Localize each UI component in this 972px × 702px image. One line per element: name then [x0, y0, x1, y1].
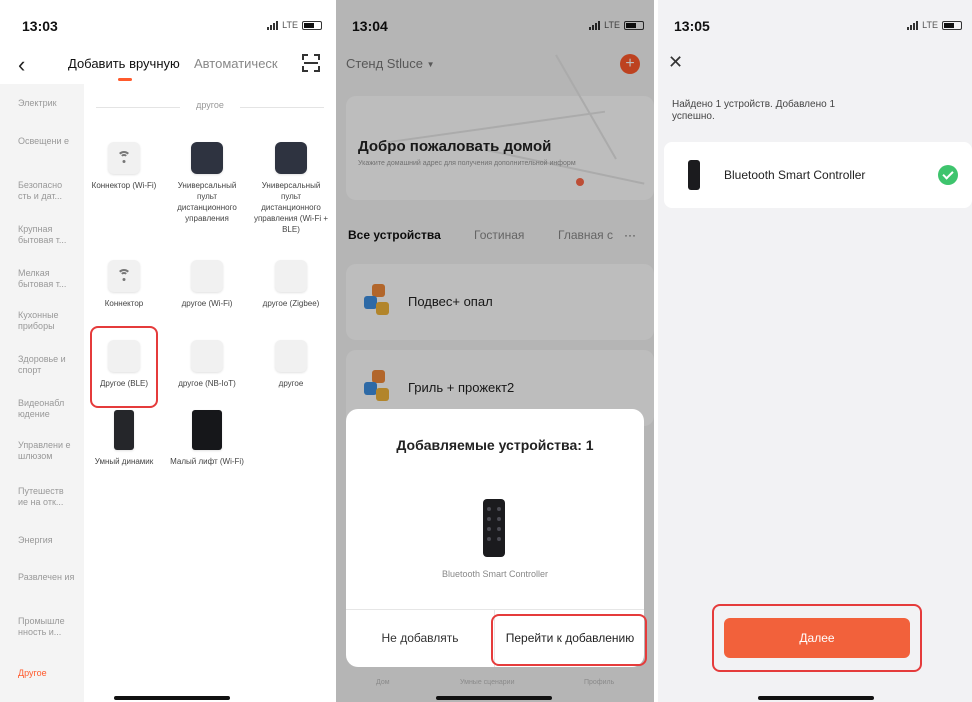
speaker-icon [114, 410, 134, 450]
sidebar-item-video[interactable]: Видеонабл юдение [18, 398, 76, 420]
lift-icon [192, 410, 222, 450]
signal-icon [267, 20, 279, 30]
home-indicator [758, 696, 874, 700]
sidebar-item-large-appliances[interactable]: Крупная бытовая т... [18, 224, 76, 246]
sidebar-item-health[interactable]: Здоровье и спорт [18, 354, 76, 376]
device-small-lift[interactable]: Малый лифт (Wi-Fi) [167, 410, 247, 467]
add-device-manual-screen: 13:03 LTE ‹ Добавить вручную Автоматичес… [0, 0, 332, 702]
bluetooth-controller-icon [483, 499, 505, 557]
battery-icon [302, 20, 322, 30]
device-other-wifi[interactable]: другое (Wi-Fi) [167, 260, 247, 309]
status-time: 13:03 [22, 18, 58, 34]
device-universal-remote[interactable]: Универсальный пульт дистанционного управ… [167, 142, 247, 224]
back-icon[interactable]: ‹ [18, 52, 25, 78]
status-indicators: LTE [267, 20, 322, 30]
battery-icon [942, 20, 962, 30]
sidebar-item-industry[interactable]: Промышле нность и... [18, 616, 76, 638]
device-other-nbiot[interactable]: другое (NB-IoT) [167, 340, 247, 389]
device-other[interactable]: другое [251, 340, 331, 389]
sidebar-item-entertainment[interactable]: Развлечен ия [18, 572, 76, 583]
device-smart-speaker[interactable]: Умный динамик [84, 410, 164, 467]
header: ‹ Добавить вручную Автоматическ [0, 50, 332, 81]
device-other-zigbee[interactable]: другое (Zigbee) [251, 260, 331, 309]
dialog-device-name: Bluetooth Smart Controller [441, 569, 549, 579]
device-icon [275, 260, 307, 292]
added-device-card[interactable]: Bluetooth Smart Controller [664, 142, 972, 208]
category-sidebar: Электрик Освещени е Безопасно сть и дат.… [0, 84, 84, 702]
sidebar-item-energy[interactable]: Энергия [18, 535, 76, 546]
bluetooth-controller-icon [688, 160, 700, 190]
highlight-frame [712, 604, 922, 672]
sidebar-item-other[interactable]: Другое [18, 668, 76, 679]
scan-icon[interactable] [302, 54, 320, 72]
device-name: Bluetooth Smart Controller [724, 168, 866, 182]
dialog-title: Добавляемые устройства: 1 [396, 437, 594, 453]
status-indicators: LTE [907, 20, 962, 30]
device-icon [275, 340, 307, 372]
sidebar-item-gateway[interactable]: Управлени е шлюзом [18, 440, 76, 462]
device-connector[interactable]: Коннектор [84, 260, 164, 309]
wifi-icon [108, 142, 140, 174]
tab-auto-scan[interactable]: Автоматическ [194, 56, 278, 71]
device-connector-wifi[interactable]: Коннектор (Wi-Fi) [84, 142, 164, 191]
status-time: 13:05 [674, 18, 710, 34]
check-icon [938, 165, 958, 185]
remote-hub-icon [191, 142, 223, 174]
device-icon [191, 340, 223, 372]
divider [346, 609, 644, 610]
highlight-frame [90, 326, 158, 408]
home-add-confirm-screen: 13:04 LTE Стенд Stluce ▼ + Добро пожалов… [336, 0, 654, 702]
highlight-frame [491, 614, 647, 666]
network-label: LTE [922, 20, 938, 30]
add-result-screen: 13:05 LTE ✕ Найдено 1 устройств. Добавле… [658, 0, 972, 702]
result-message: Найдено 1 устройств. Добавлено 1 успешно… [672, 99, 836, 122]
section-title: другое [96, 100, 324, 114]
home-indicator [114, 696, 230, 700]
sidebar-item-electric[interactable]: Электрик [18, 98, 76, 109]
close-icon[interactable]: ✕ [668, 52, 683, 73]
sidebar-item-small-appliances[interactable]: Мелкая бытовая т... [18, 268, 76, 290]
status-bar: 13:05 LTE [658, 18, 972, 38]
network-label: LTE [282, 20, 298, 30]
device-icon [191, 260, 223, 292]
sidebar-item-travel[interactable]: Путешеств ие на отк... [18, 486, 76, 508]
sidebar-item-security[interactable]: Безопасно сть и дат... [18, 180, 76, 202]
wifi-icon [108, 260, 140, 292]
home-indicator [436, 696, 552, 700]
status-bar: 13:03 LTE [0, 18, 332, 38]
signal-icon [907, 20, 919, 30]
remote-hub-icon [275, 142, 307, 174]
device-universal-remote-ble[interactable]: Универсальный пульт дистанционного управ… [251, 142, 331, 235]
dont-add-button[interactable]: Не добавлять [346, 631, 494, 645]
sidebar-item-lighting[interactable]: Освещени е [18, 136, 76, 147]
active-tab-indicator [118, 78, 132, 81]
tab-add-manually[interactable]: Добавить вручную [68, 56, 180, 71]
sidebar-item-kitchen[interactable]: Кухонные приборы [18, 310, 76, 332]
